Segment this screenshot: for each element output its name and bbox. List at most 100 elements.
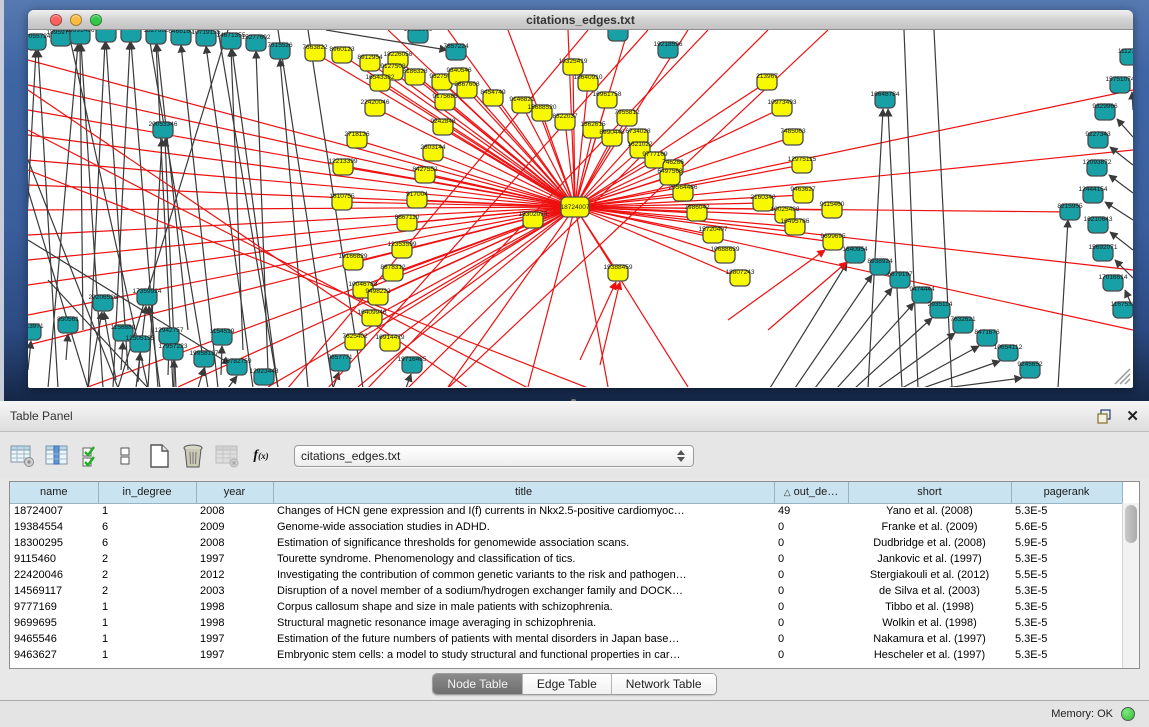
table-cell[interactable]: 1: [98, 615, 196, 631]
column-header-in_degree[interactable]: in_degree: [98, 482, 196, 503]
graph-node[interactable]: 20206526: [89, 294, 118, 311]
graph-node[interactable]: 16210643: [1084, 216, 1113, 233]
table-row[interactable]: 2242004622012Investigating the contribut…: [10, 567, 1122, 583]
table-cell[interactable]: 6: [98, 535, 196, 551]
table-cell[interactable]: de Silva et al. (2003): [848, 583, 1011, 599]
graph-node[interactable]: 16961758: [593, 91, 622, 108]
graph-node[interactable]: 19716485: [398, 356, 427, 373]
column-header-pagerank[interactable]: pagerank: [1011, 482, 1122, 503]
table-cell[interactable]: 5.3E-5: [1011, 503, 1122, 519]
graph-node[interactable]: 2935114: [928, 301, 953, 318]
graph-node[interactable]: 10973493: [768, 99, 797, 116]
graph-node[interactable]: 2803144: [420, 144, 446, 161]
table-cell[interactable]: 0: [774, 583, 848, 599]
graph-node[interactable]: 16409946: [358, 309, 387, 326]
graph-node[interactable]: 16782759: [223, 358, 252, 375]
table-settings-icon[interactable]: [8, 441, 38, 471]
table-cell[interactable]: Jankovic et al. (1997): [848, 551, 1011, 567]
graph-node[interactable]: 18807243: [726, 269, 755, 286]
graph-node[interactable]: 15751074: [1106, 76, 1133, 93]
table-row[interactable]: 946554611997Estimation of the future num…: [10, 631, 1122, 647]
table-cell[interactable]: 1: [98, 599, 196, 615]
graph-node[interactable]: 7515526: [267, 42, 293, 59]
table-cell[interactable]: 0: [774, 631, 848, 647]
graph-node[interactable]: 9175685: [432, 93, 458, 110]
function-builder-icon[interactable]: f(x): [246, 441, 276, 471]
table-cell[interactable]: 0: [774, 567, 848, 583]
delete-table-icon[interactable]: [178, 441, 208, 471]
table-cell[interactable]: 0: [774, 519, 848, 535]
table-row[interactable]: 1938455462009Genome-wide association stu…: [10, 519, 1122, 535]
graph-node[interactable]: 9227343: [1085, 131, 1111, 148]
graph-node[interactable]: 18640910: [574, 74, 603, 91]
graph-node[interactable]: 8912954: [357, 54, 383, 71]
table-cell[interactable]: Nakamura et al. (1997): [848, 631, 1011, 647]
table-row[interactable]: 1456911722003Disruption of a novel membe…: [10, 583, 1122, 599]
zoom-window-button[interactable]: [90, 14, 102, 26]
table-cell[interactable]: 2009: [196, 519, 273, 535]
graph-node[interactable]: 9329966: [1092, 103, 1118, 120]
table-cell[interactable]: Structural magnetic resonance image aver…: [273, 615, 774, 631]
graph-node[interactable]: 8427552: [412, 166, 438, 183]
graph-node[interactable]: 7857224: [443, 43, 469, 60]
graph-node[interactable]: 1154519: [210, 328, 235, 345]
graph-node[interactable]: 213967: [756, 73, 778, 90]
graph-node[interactable]: 6497568: [657, 168, 683, 185]
table-cell[interactable]: Corpus callosum shape and size in male p…: [273, 599, 774, 615]
column-header-year[interactable]: year: [196, 482, 273, 503]
graph-node[interactable]: 1527602: [143, 30, 169, 44]
column-header-title[interactable]: title: [273, 482, 774, 503]
table-cell[interactable]: 2008: [196, 503, 273, 519]
table-cell[interactable]: Investigating the contribution of common…: [273, 567, 774, 583]
graph-node[interactable]: 8215955: [1057, 203, 1083, 220]
table-row[interactable]: 977716911998Corpus callosum shape and si…: [10, 599, 1122, 615]
graph-node[interactable]: 7632621: [950, 316, 976, 333]
table-cell[interactable]: 2012: [196, 567, 273, 583]
table-cell[interactable]: 1: [98, 647, 196, 663]
graph-node[interactable]: 15692071: [1089, 244, 1118, 261]
graph-node[interactable]: 8186328: [402, 68, 428, 85]
graph-node[interactable]: 19166829: [339, 253, 368, 270]
graph-node[interactable]: 8867110: [395, 214, 420, 231]
graph-node[interactable]: 7986042: [684, 204, 710, 221]
graph-node[interactable]: 12444154: [1079, 186, 1108, 203]
table-cell[interactable]: 1997: [196, 551, 273, 567]
close-icon[interactable]: ✕: [1126, 409, 1139, 424]
graph-node[interactable]: 8813054: [605, 30, 631, 41]
graph-node[interactable]: 7625402: [342, 333, 368, 350]
tab-network-table[interactable]: Network Table: [612, 674, 716, 694]
table-body[interactable]: 1872400712008Changes of HCN gene express…: [10, 503, 1122, 663]
float-panel-icon[interactable]: [1096, 408, 1112, 424]
graph-node[interactable]: 9657771: [327, 354, 353, 371]
table-cell[interactable]: Tibbo et al. (1998): [848, 599, 1011, 615]
table-cell[interactable]: 19384554: [10, 519, 98, 535]
column-header-name[interactable]: name: [10, 482, 98, 503]
attribute-table[interactable]: namein_degreeyeartitle△out_de…shortpager…: [10, 482, 1123, 663]
graph-node[interactable]: 18726866: [117, 30, 146, 42]
table-cell[interactable]: 9115460: [10, 551, 98, 567]
graph-node[interactable]: 8454749: [480, 89, 506, 106]
tab-edge-table[interactable]: Edge Table: [523, 674, 612, 694]
graph-node[interactable]: 7955812: [614, 109, 640, 126]
graph-node[interactable]: 12942757: [155, 327, 184, 344]
graph-node[interactable]: 15720407: [699, 226, 728, 243]
table-cell[interactable]: 6: [98, 519, 196, 535]
tab-node-table[interactable]: Node Table: [433, 674, 523, 694]
graph-node[interactable]: 17957223: [159, 343, 188, 360]
graph-node[interactable]: 9498222: [365, 288, 391, 305]
table-cell[interactable]: 0: [774, 599, 848, 615]
graph-node[interactable]: 850561: [57, 316, 79, 333]
graph-node[interactable]: 2867608: [454, 81, 480, 98]
table-cell[interactable]: 2: [98, 567, 196, 583]
table-cell[interactable]: 1997: [196, 647, 273, 663]
table-cell[interactable]: 5.3E-5: [1011, 631, 1122, 647]
graph-node[interactable]: 7663822: [302, 44, 328, 61]
table-cell[interactable]: 9463627: [10, 647, 98, 663]
table-cell[interactable]: 5.5E-5: [1011, 567, 1122, 583]
table-header-row[interactable]: namein_degreeyeartitle△out_de…shortpager…: [10, 482, 1122, 503]
table-cell[interactable]: 9465546: [10, 631, 98, 647]
graph-node[interactable]: 16648784: [871, 91, 900, 108]
table-cell[interactable]: 2: [98, 551, 196, 567]
graph-node[interactable]: 1810755: [329, 193, 355, 210]
network-graph[interactable]: 2405572418959719206914061065328718726866…: [28, 30, 1133, 387]
